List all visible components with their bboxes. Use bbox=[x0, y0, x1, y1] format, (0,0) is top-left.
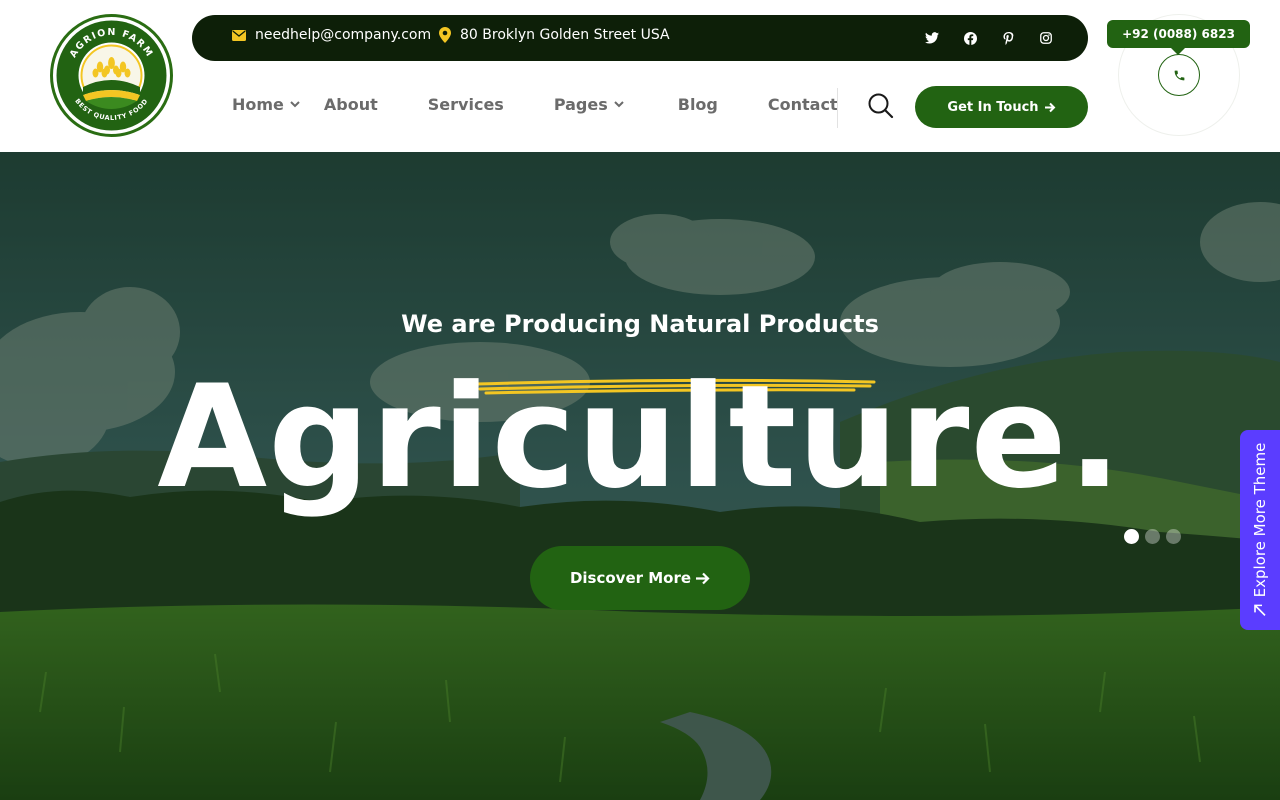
get-in-touch-button[interactable]: Get In Touch bbox=[915, 86, 1088, 128]
nav-item-label: Home bbox=[232, 95, 284, 114]
chevron-down-icon bbox=[614, 101, 624, 108]
pinterest-icon[interactable] bbox=[1000, 28, 1016, 48]
slider-dot-2[interactable] bbox=[1145, 529, 1160, 544]
topbar-email[interactable]: needhelp@company.com bbox=[232, 27, 431, 43]
nav-item-contact[interactable]: Contact bbox=[768, 95, 838, 114]
nav-item-about[interactable]: About bbox=[324, 95, 378, 114]
twitter-icon[interactable] bbox=[924, 28, 940, 48]
arrow-right-icon bbox=[1044, 102, 1055, 112]
topbar-email-text: needhelp@company.com bbox=[255, 27, 432, 43]
phone-number-badge[interactable]: +92 (0088) 6823 bbox=[1107, 20, 1250, 55]
discover-more-button[interactable]: Discover More bbox=[530, 546, 750, 610]
nav-item-label: Pages bbox=[553, 95, 608, 114]
slider-dot-3[interactable] bbox=[1166, 529, 1181, 544]
explore-more-theme-label: Explore More Theme bbox=[1251, 442, 1269, 598]
main-nav: Home About Services Pages Blog Contact bbox=[232, 95, 838, 114]
explore-more-theme-tab[interactable]: Explore More Theme bbox=[1240, 430, 1280, 630]
arrow-up-left-icon bbox=[1254, 604, 1266, 616]
social-links bbox=[924, 28, 1054, 48]
slider-dots bbox=[1124, 529, 1181, 544]
facebook-icon[interactable] bbox=[962, 28, 978, 48]
location-pin-icon bbox=[439, 27, 451, 43]
top-info-bar: needhelp@company.com 80 Broklyn Golden S… bbox=[192, 15, 1088, 61]
topbar-address-text: 80 Broklyn Golden Street USA bbox=[460, 27, 670, 43]
phone-number-text: +92 (0088) 6823 bbox=[1122, 27, 1235, 41]
site-header: AGRION FARM BEST QUALITY FOOD needhelp@c… bbox=[0, 0, 1280, 152]
nav-item-services[interactable]: Services bbox=[428, 95, 504, 114]
envelope-icon bbox=[232, 29, 246, 41]
arrow-right-icon bbox=[696, 572, 710, 584]
hero-subtitle: We are Producing Natural Products bbox=[401, 310, 879, 338]
hero-title: Agriculture. bbox=[157, 355, 1123, 520]
nav-divider bbox=[837, 88, 838, 128]
nav-item-label: Contact bbox=[767, 95, 838, 114]
explore-more-theme-content: Explore More Theme bbox=[1251, 443, 1269, 618]
hero-section: We are Producing Natural Products Agricu… bbox=[0, 152, 1280, 800]
nav-item-label: Services bbox=[427, 95, 504, 114]
search-icon[interactable] bbox=[866, 91, 896, 121]
get-in-touch-label: Get In Touch bbox=[947, 99, 1039, 115]
nav-item-blog[interactable]: Blog bbox=[678, 95, 718, 114]
nav-item-home[interactable]: Home bbox=[232, 95, 300, 114]
slider-dot-1[interactable] bbox=[1124, 529, 1139, 544]
topbar-address[interactable]: 80 Broklyn Golden Street USA bbox=[439, 27, 670, 43]
nav-item-label: Blog bbox=[677, 95, 718, 114]
instagram-icon[interactable] bbox=[1038, 28, 1054, 48]
nav-item-label: About bbox=[323, 95, 378, 114]
discover-more-label: Discover More bbox=[569, 569, 692, 587]
site-logo[interactable]: AGRION FARM BEST QUALITY FOOD bbox=[50, 14, 173, 137]
nav-item-pages[interactable]: Pages bbox=[554, 95, 624, 114]
chevron-down-icon bbox=[290, 101, 300, 108]
phone-icon[interactable] bbox=[1158, 54, 1200, 96]
